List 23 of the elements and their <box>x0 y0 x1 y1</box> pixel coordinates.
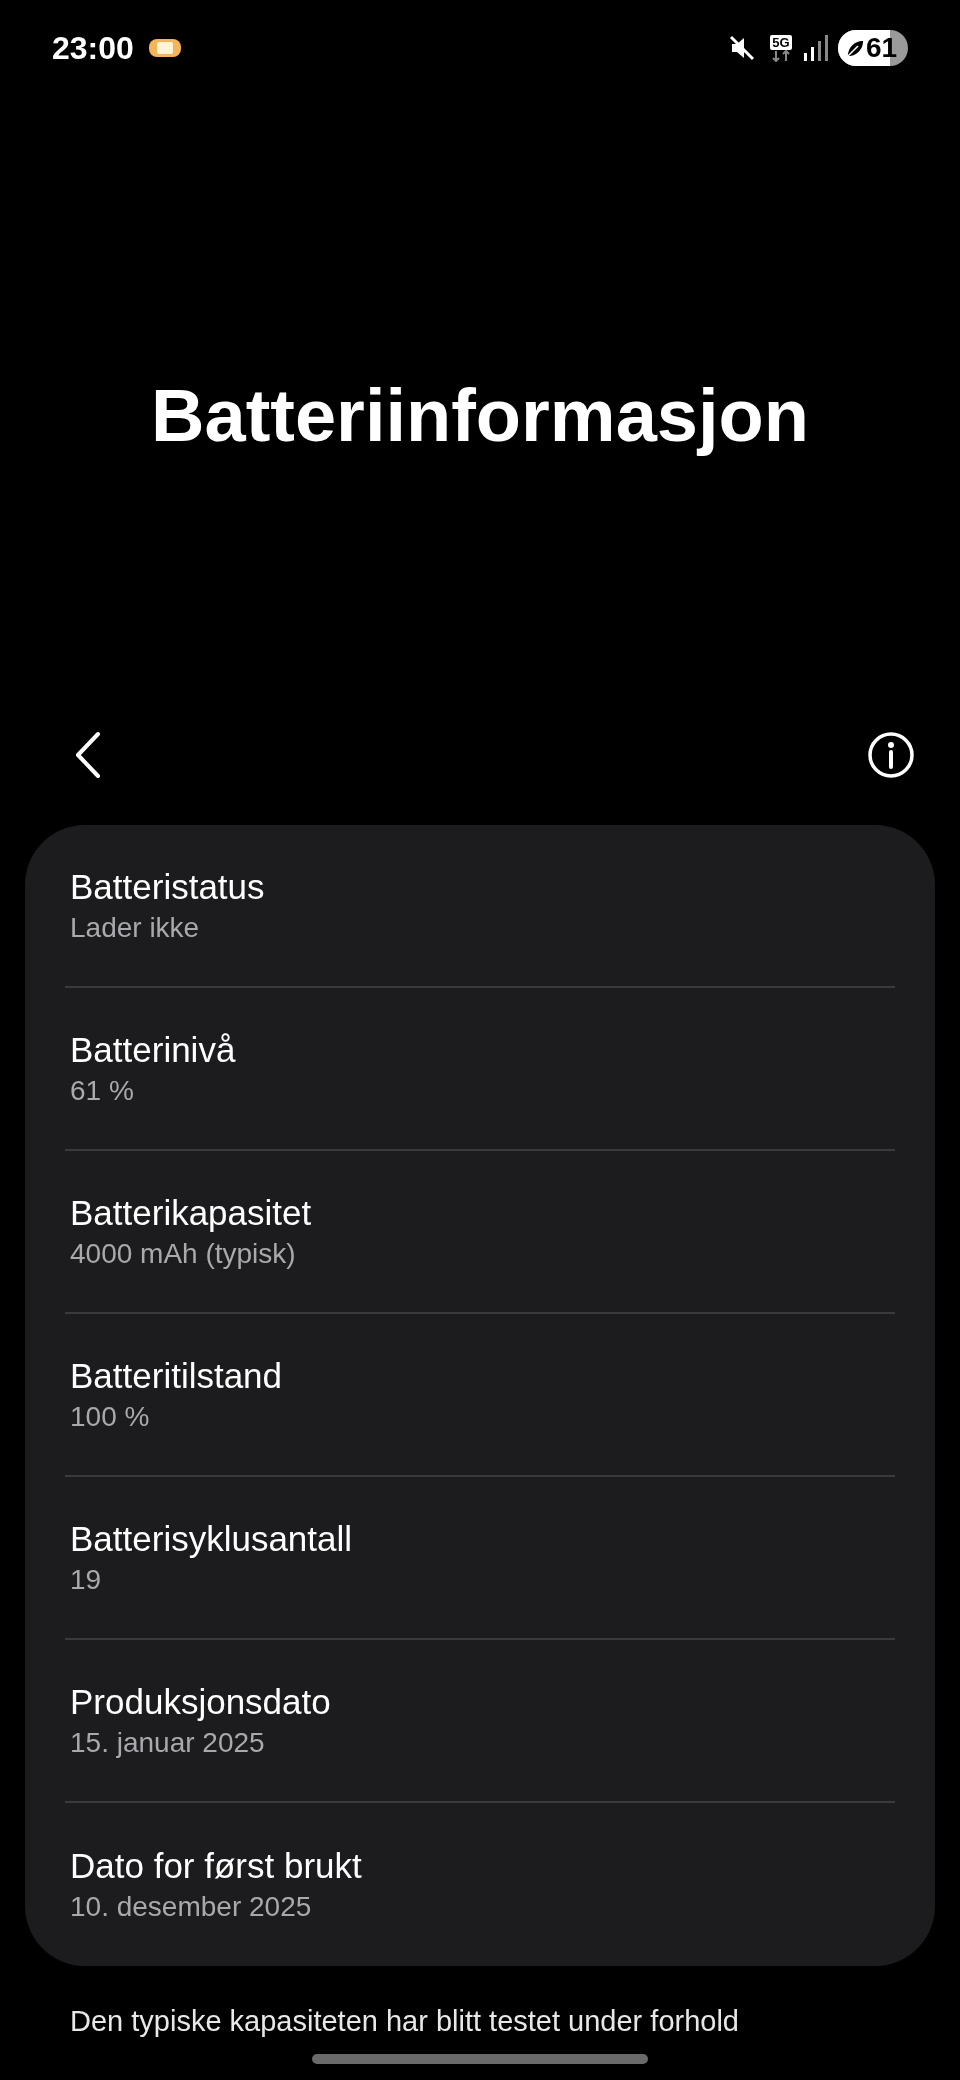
item-label: Batteritilstand <box>70 1354 284 1397</box>
item-label: Produksjonsdato <box>70 1680 332 1723</box>
item-label: Batteristatus <box>70 865 266 908</box>
signal-icon <box>804 35 828 61</box>
status-time: 23:00 <box>52 29 134 68</box>
game-console-icon <box>147 37 182 59</box>
item-label: Dato for først brukt <box>70 1844 363 1887</box>
item-label: Batterinivå <box>70 1028 237 1071</box>
item-value: Lader ikke <box>70 910 201 945</box>
item-label: Batterikapasitet <box>70 1191 313 1234</box>
network-indicator: 5G <box>770 34 792 62</box>
item-value: 10. desember 2025 <box>70 1889 313 1924</box>
item-value: 4000 mAh (typisk) <box>70 1236 297 1271</box>
battery-indicator: 61 <box>838 30 908 66</box>
info-button[interactable] <box>866 730 916 780</box>
item-value: 15. januar 2025 <box>70 1725 266 1760</box>
mute-icon <box>728 34 756 62</box>
item-value: 61 % <box>70 1073 135 1108</box>
item-label: Batterisyklusantall <box>70 1517 354 1560</box>
page-title: Batteriinformasjon <box>151 372 809 459</box>
footer-note: Den typiske kapasiteten har blitt testet under forhold <box>69 2004 740 2039</box>
item-value: 100 % <box>70 1399 151 1434</box>
item-value: 19 <box>70 1562 103 1597</box>
